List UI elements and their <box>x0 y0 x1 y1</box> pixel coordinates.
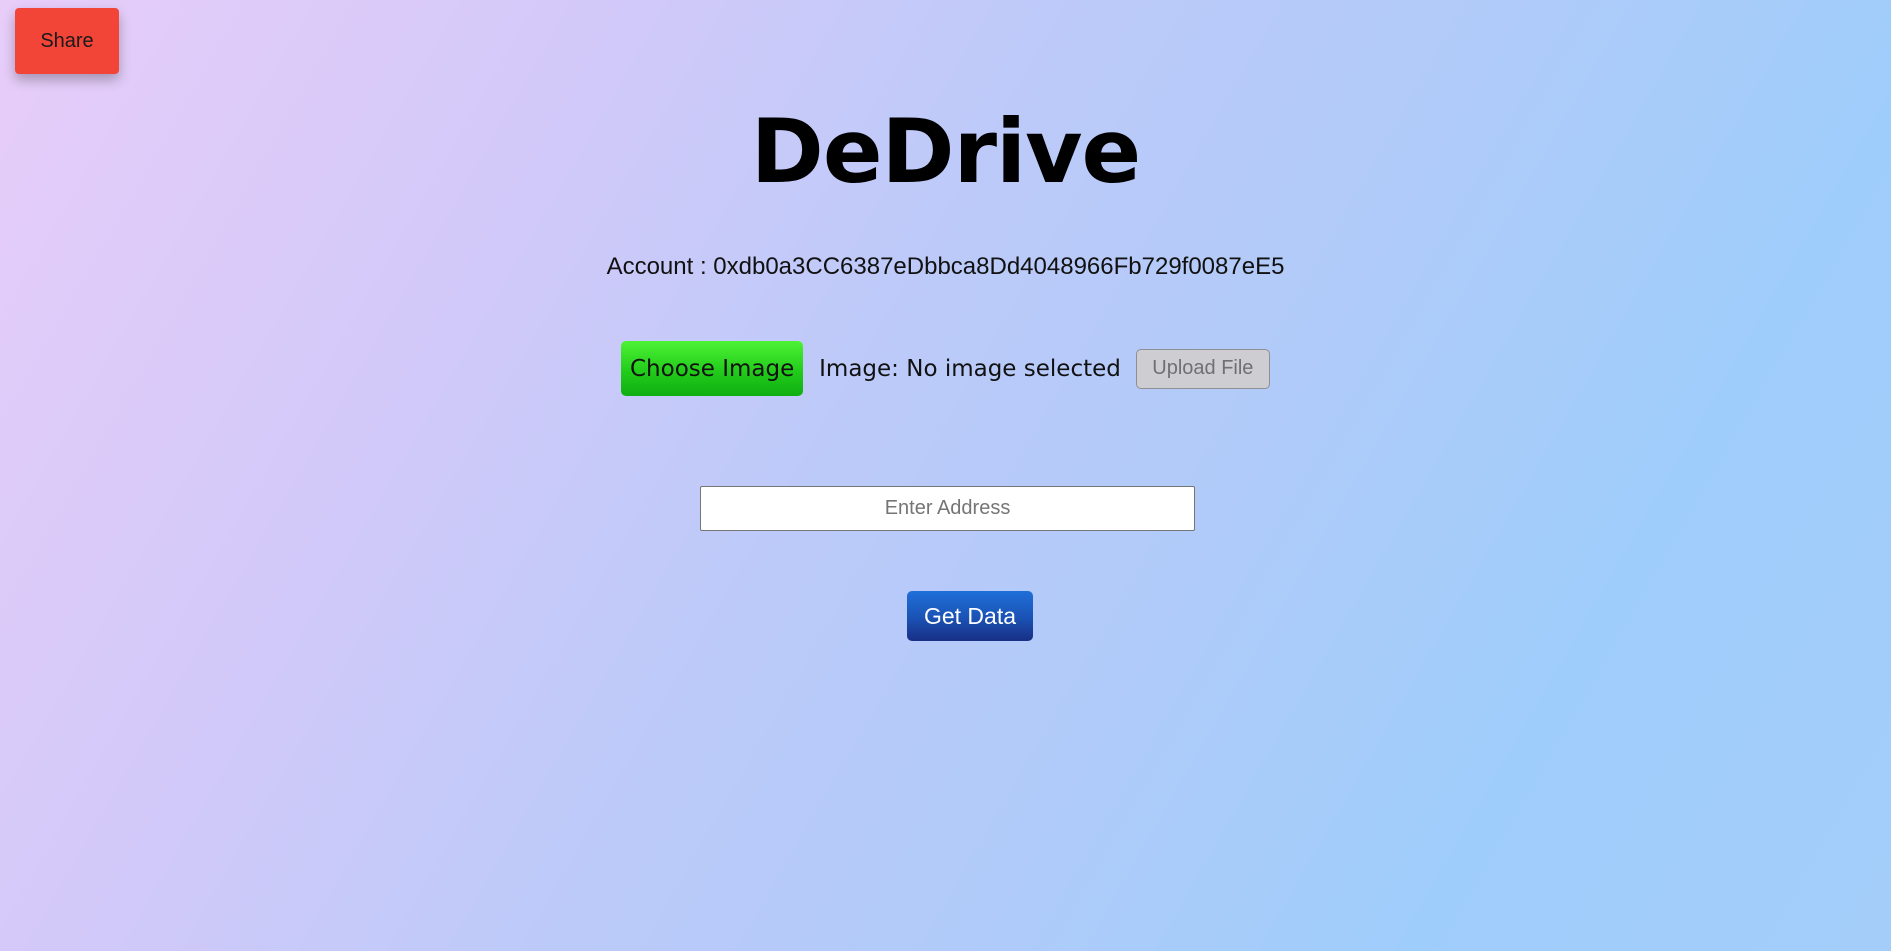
image-status-label: Image: No image selected <box>819 355 1121 382</box>
upload-file-button[interactable]: Upload File <box>1135 348 1270 389</box>
get-data-button[interactable]: Get Data <box>907 591 1033 641</box>
account-address: Account : 0xdb0a3CC6387eDbbca8Dd4048966F… <box>606 253 1285 280</box>
page-title: DeDrive <box>750 100 1141 203</box>
choose-image-button[interactable]: Choose Image <box>621 341 804 396</box>
upload-form: Choose Image Image: No image selected Up… <box>0 341 1891 396</box>
address-input[interactable] <box>700 486 1195 531</box>
share-button[interactable]: Share <box>15 8 119 74</box>
